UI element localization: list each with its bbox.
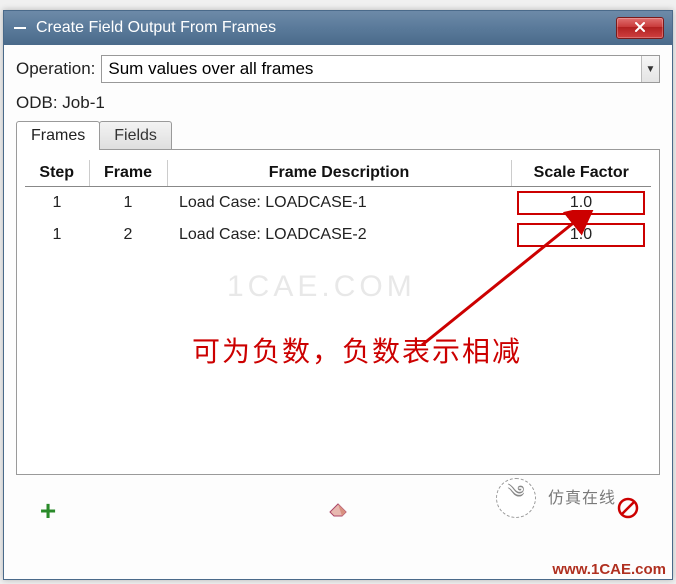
- cell-step: 1: [25, 219, 89, 251]
- dialog-body: Operation: Sum values over all frames ▼ …: [4, 45, 672, 579]
- cell-scale[interactable]: 1.0: [511, 219, 651, 251]
- bottom-toolbar: +: [16, 487, 660, 527]
- operation-row: Operation: Sum values over all frames ▼: [16, 55, 660, 83]
- no-icon: [616, 496, 640, 527]
- cell-frame: 2: [89, 219, 167, 251]
- scale-highlight: 1.0: [517, 223, 645, 247]
- operation-label: Operation:: [16, 59, 95, 79]
- cell-step: 1: [25, 187, 89, 220]
- add-icon: +: [40, 495, 56, 527]
- close-button[interactable]: [616, 17, 664, 39]
- close-icon: [634, 20, 646, 36]
- odb-value: Job-1: [62, 93, 105, 112]
- annotation-text: 可为负数，负数表示相减: [192, 330, 522, 370]
- cell-scale[interactable]: 1.0: [511, 187, 651, 220]
- tabs: Frames Fields: [16, 121, 660, 150]
- tab-frames[interactable]: Frames: [16, 121, 100, 150]
- cell-desc: Load Case: LOADCASE-2: [167, 219, 511, 251]
- col-frame: Frame: [89, 160, 167, 187]
- tab-fields[interactable]: Fields: [99, 121, 172, 150]
- delete-button[interactable]: [608, 495, 648, 527]
- scale-highlight: 1.0: [517, 191, 645, 215]
- odb-line: ODB: Job-1: [16, 93, 660, 113]
- table-row[interactable]: 1 2 Load Case: LOADCASE-2 1.0: [25, 219, 651, 251]
- frames-table: Step Frame Frame Description Scale Facto…: [25, 160, 651, 251]
- table-header-row: Step Frame Frame Description Scale Facto…: [25, 160, 651, 187]
- cell-frame: 1: [89, 187, 167, 220]
- table-row[interactable]: 1 1 Load Case: LOADCASE-1 1.0: [25, 187, 651, 220]
- chevron-down-icon: ▼: [641, 56, 659, 82]
- cell-desc: Load Case: LOADCASE-1: [167, 187, 511, 220]
- erase-icon: [326, 498, 350, 524]
- add-button[interactable]: +: [28, 495, 68, 527]
- odb-label: ODB:: [16, 93, 58, 112]
- watermark-center: 1CAE.COM: [227, 270, 416, 304]
- window-title: Create Field Output From Frames: [36, 19, 616, 37]
- col-step: Step: [25, 160, 89, 187]
- dialog-window: Create Field Output From Frames Operatio…: [3, 10, 673, 580]
- operation-select[interactable]: Sum values over all frames ▼: [101, 55, 660, 83]
- erase-button[interactable]: [318, 495, 358, 527]
- col-scale: Scale Factor: [511, 160, 651, 187]
- col-desc: Frame Description: [167, 160, 511, 187]
- operation-value: Sum values over all frames: [108, 59, 313, 79]
- tab-panel-frames: Step Frame Frame Description Scale Facto…: [16, 149, 660, 475]
- titlebar: Create Field Output From Frames: [4, 11, 672, 45]
- app-icon: [12, 20, 28, 36]
